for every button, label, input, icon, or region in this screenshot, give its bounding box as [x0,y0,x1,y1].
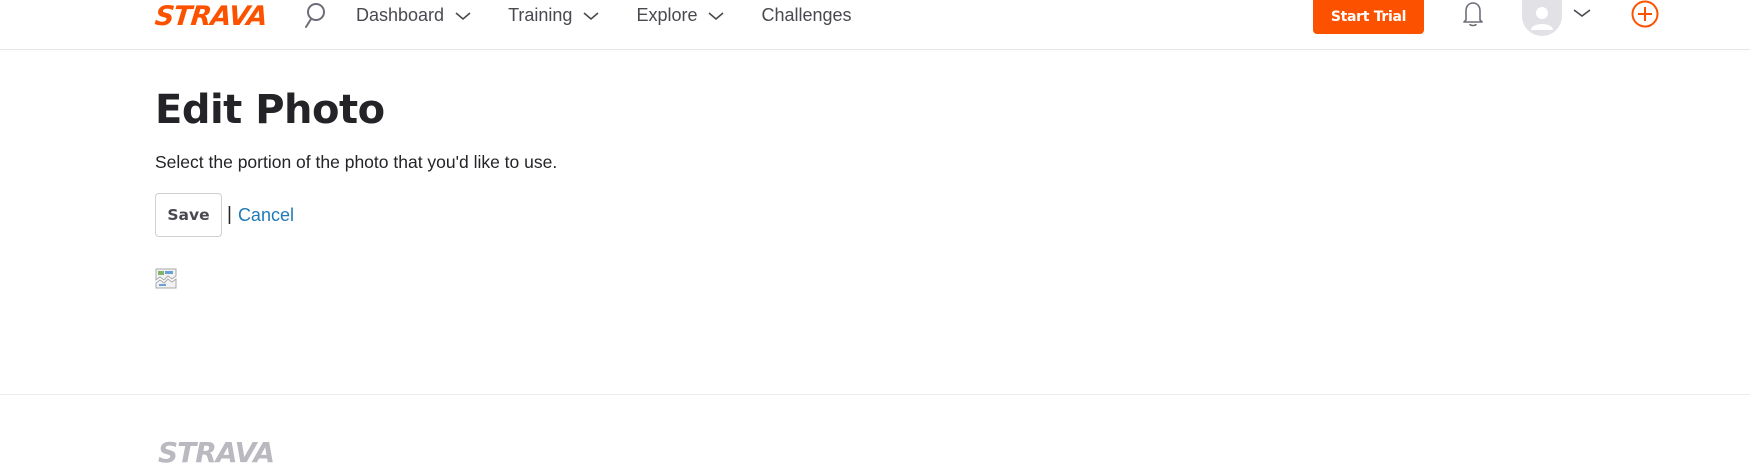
user-avatar-icon [1522,0,1562,36]
form-actions: Save | Cancel [155,193,557,237]
main-content: Edit Photo Select the portion of the pho… [155,82,557,237]
nav-challenges-label: Challenges [761,4,852,25]
chevron-down-icon [1573,9,1591,17]
user-menu[interactable] [1522,0,1592,36]
cancel-link[interactable]: Cancel [238,205,294,226]
chevron-down-icon [708,12,724,21]
broken-image-icon[interactable] [155,268,177,289]
page-title: Edit Photo [155,87,385,133]
action-separator: | [227,204,232,225]
bell-icon[interactable] [1460,0,1486,28]
nav-explore-label: Explore [636,4,698,25]
logo-text: STRAVA [153,0,269,32]
top-navigation-bar: STRAVA Dashboard Training Explore Challe… [0,0,1750,50]
save-button[interactable]: Save [155,193,222,237]
instructions-text: Select the portion of the photo that you… [155,152,558,172]
primary-nav: Dashboard Training Explore Challenges [356,0,888,30]
chevron-down-icon [455,12,471,21]
strava-logo[interactable]: STRAVA [153,0,269,32]
nav-challenges[interactable]: Challenges [761,5,851,26]
nav-dashboard-label: Dashboard [356,4,445,25]
nav-training[interactable]: Training [508,5,600,26]
nav-dashboard[interactable]: Dashboard [356,5,472,26]
nav-training-label: Training [508,4,573,25]
plus-circle-icon[interactable] [1630,0,1660,30]
nav-explore[interactable]: Explore [636,5,725,26]
start-trial-button[interactable]: Start Trial [1313,0,1424,34]
search-icon[interactable] [302,2,328,30]
chevron-down-icon [583,12,599,21]
footer-logo[interactable]: STRAVA [158,438,275,468]
footer-divider [0,394,1750,395]
